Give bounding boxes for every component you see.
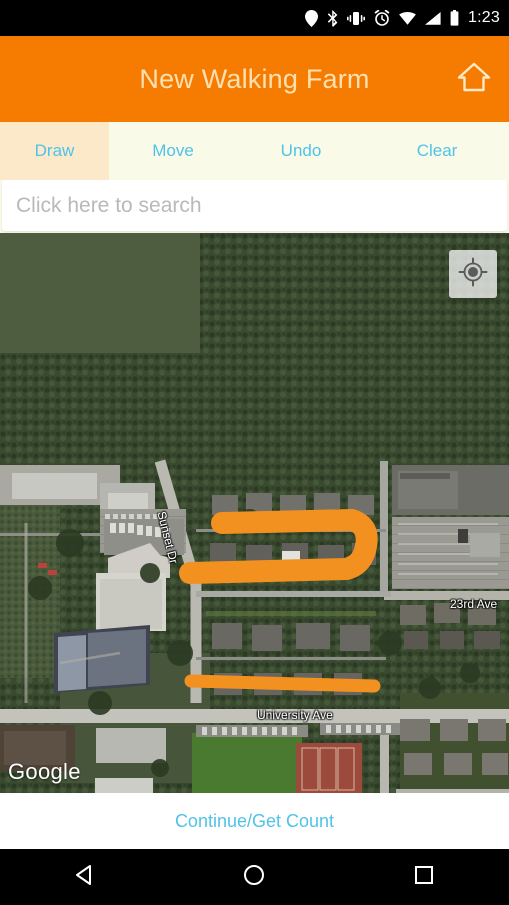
back-triangle-icon bbox=[73, 863, 97, 892]
continue-get-count-button[interactable]: Continue/Get Count bbox=[169, 810, 340, 833]
bottom-action-bar: Continue/Get Count bbox=[0, 793, 509, 849]
app-bar: New Walking Farm bbox=[0, 36, 509, 122]
crosshair-icon bbox=[458, 257, 488, 292]
alarm-icon bbox=[374, 10, 390, 26]
app-root: 1:23 New Walking Farm Draw Move Undo Cle… bbox=[0, 0, 509, 905]
tool-tabs: Draw Move Undo Clear bbox=[0, 122, 509, 180]
tab-undo[interactable]: Undo bbox=[237, 122, 365, 180]
search-input[interactable]: Click here to search bbox=[2, 180, 507, 231]
status-clock: 1:23 bbox=[468, 9, 500, 26]
status-bar: 1:23 bbox=[0, 0, 509, 36]
road-label-university-ave: University Ave bbox=[257, 708, 333, 722]
road-label-23rd-ave: 23rd Ave bbox=[450, 597, 498, 611]
search-bar-container: Click here to search bbox=[0, 180, 509, 233]
signal-icon bbox=[425, 11, 441, 25]
home-button[interactable] bbox=[451, 56, 497, 102]
nav-recents-button[interactable] bbox=[384, 853, 464, 901]
recents-square-icon bbox=[412, 863, 436, 892]
status-icons bbox=[305, 9, 459, 27]
page-title: New Walking Farm bbox=[139, 63, 370, 94]
drawn-path-line bbox=[184, 674, 381, 693]
nav-back-button[interactable] bbox=[45, 853, 125, 901]
bluetooth-icon bbox=[327, 9, 338, 27]
google-watermark: Google bbox=[8, 759, 81, 784]
home-icon bbox=[456, 61, 492, 98]
nav-home-button[interactable] bbox=[214, 853, 294, 901]
location-icon bbox=[305, 9, 319, 27]
tab-move[interactable]: Move bbox=[109, 122, 237, 180]
tab-clear[interactable]: Clear bbox=[365, 122, 509, 180]
tab-draw[interactable]: Draw bbox=[0, 122, 109, 180]
home-circle-icon bbox=[242, 863, 266, 892]
vibrate-icon bbox=[347, 11, 366, 26]
my-location-button[interactable] bbox=[449, 250, 497, 298]
android-nav-bar bbox=[0, 849, 509, 905]
search-placeholder: Click here to search bbox=[16, 193, 202, 217]
map-view[interactable]: Sunset Dr 23rd Ave University Ave 22nd A… bbox=[0, 233, 509, 793]
battery-icon bbox=[450, 10, 459, 26]
wifi-icon bbox=[399, 11, 416, 25]
